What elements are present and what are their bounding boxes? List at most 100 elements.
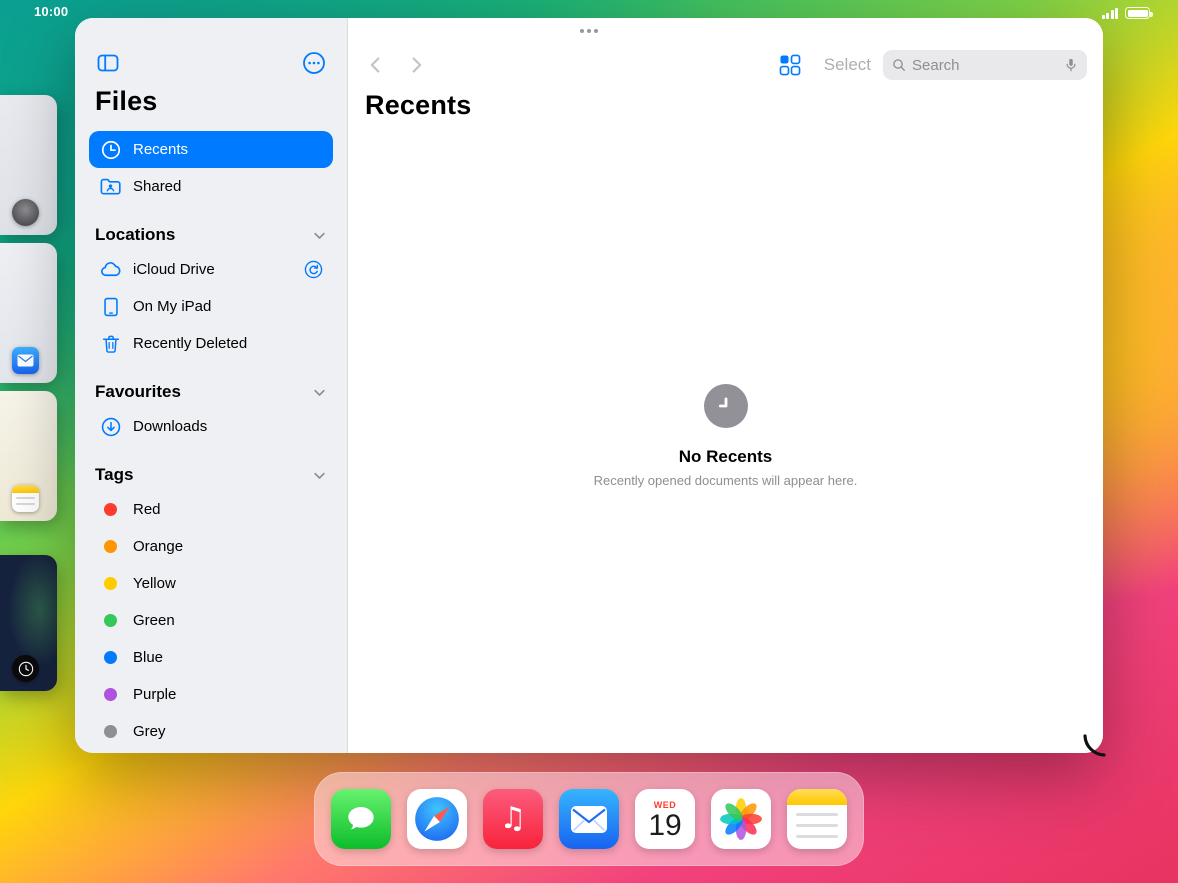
sidebar-item-recently-deleted[interactable]: Recently Deleted: [89, 325, 333, 362]
chevron-right-icon: [405, 54, 427, 76]
mail-envelope-icon: [570, 805, 608, 834]
calendar-weekday: WED: [654, 800, 677, 810]
cloud-icon: [98, 258, 123, 282]
files-sidebar: Files Recents Shared Locations iCloud Dr…: [75, 18, 348, 753]
ellipsis-circle-icon: [302, 51, 326, 75]
tag-color-dot: [104, 503, 117, 516]
more-options-button[interactable]: [301, 50, 327, 76]
view-options-button[interactable]: [777, 52, 803, 78]
empty-state-title: No Recents: [348, 447, 1103, 467]
window-resize-indicator[interactable]: [1082, 732, 1108, 758]
dock-app-safari[interactable]: [407, 789, 467, 849]
tag-label: Yellow: [133, 575, 176, 592]
recents-clock-icon: [704, 384, 748, 428]
photos-flower-icon: [718, 796, 764, 842]
shared-folder-icon: [98, 175, 123, 199]
tag-color-dot: [104, 614, 117, 627]
tag-label: Purple: [133, 686, 176, 703]
sidebar-tag-yellow[interactable]: Yellow: [89, 565, 333, 602]
status-bar: 10:00: [0, 0, 1178, 24]
sidebar-tag-red[interactable]: Red: [89, 491, 333, 528]
chevron-down-icon: [312, 468, 327, 483]
stage-app-thumbnail-1[interactable]: [0, 95, 57, 235]
empty-state-subtitle: Recently opened documents will appear he…: [348, 473, 1103, 488]
calendar-day: 19: [648, 810, 681, 842]
sidebar-item-downloads[interactable]: Downloads: [89, 408, 333, 445]
tag-label: Grey: [133, 723, 166, 740]
stage-app-thumbnail-3[interactable]: [0, 391, 57, 521]
tag-label: Orange: [133, 538, 183, 555]
tag-color-dot: [104, 651, 117, 664]
grid-view-icon: [777, 52, 803, 78]
ipad-icon: [98, 295, 123, 319]
sidebar-item-label: Recently Deleted: [133, 335, 247, 352]
music-note-icon: ♫: [500, 804, 527, 834]
section-header-tags[interactable]: Tags: [95, 465, 327, 485]
chevron-left-icon: [365, 54, 387, 76]
back-button[interactable]: [362, 51, 390, 79]
trash-icon: [98, 332, 123, 356]
tag-label: Green: [133, 612, 175, 629]
mail-app-badge-icon: [12, 347, 39, 374]
dock: ♫ WED 19: [314, 772, 864, 866]
sidebar-item-label: Recents: [133, 141, 188, 158]
sidebar-item-icloud-drive[interactable]: iCloud Drive: [89, 251, 333, 288]
sidebar-tag-orange[interactable]: Orange: [89, 528, 333, 565]
search-field[interactable]: [883, 50, 1087, 80]
files-content-pane: Select Recents No Recents Recently opene…: [348, 18, 1103, 753]
dock-app-mail[interactable]: [559, 789, 619, 849]
app-badge-icon: [12, 199, 39, 226]
stage-app-thumbnail-2[interactable]: [0, 243, 57, 383]
tag-color-dot: [104, 577, 117, 590]
search-input[interactable]: [912, 57, 1058, 74]
sidebar-item-on-my-ipad[interactable]: On My iPad: [89, 288, 333, 325]
sidebar-item-recents[interactable]: Recents: [89, 131, 333, 168]
section-header-favourites[interactable]: Favourites: [95, 382, 327, 402]
icloud-sync-status-icon[interactable]: [303, 259, 324, 280]
sidebar-item-label: Downloads: [133, 418, 207, 435]
sidebar-app-title: Files: [95, 86, 327, 117]
window-drag-handle[interactable]: [572, 25, 606, 37]
safari-compass-icon: [412, 794, 462, 844]
sidebar-item-label: Shared: [133, 178, 181, 195]
sidebar-item-shared[interactable]: Shared: [89, 168, 333, 205]
tag-label: Red: [133, 501, 161, 518]
dock-app-notes[interactable]: [787, 789, 847, 849]
files-app-window: Files Recents Shared Locations iCloud Dr…: [75, 18, 1103, 753]
sidebar-tag-grey[interactable]: Grey: [89, 713, 333, 750]
sidebar-tag-blue[interactable]: Blue: [89, 639, 333, 676]
download-circle-icon: [98, 415, 123, 439]
page-title: Recents: [365, 90, 471, 121]
dock-app-calendar[interactable]: WED 19: [635, 789, 695, 849]
notes-app-badge-icon: [12, 485, 39, 512]
dock-app-music[interactable]: ♫: [483, 789, 543, 849]
section-header-locations[interactable]: Locations: [95, 225, 327, 245]
forward-button[interactable]: [402, 51, 430, 79]
search-icon: [891, 57, 907, 73]
status-time: 10:00: [34, 4, 68, 19]
clock-app-badge-icon: [12, 655, 39, 682]
select-button[interactable]: Select: [824, 55, 871, 75]
tag-color-dot: [104, 688, 117, 701]
sidebar-tag-green[interactable]: Green: [89, 602, 333, 639]
microphone-icon[interactable]: [1063, 57, 1079, 73]
notes-header-strip: [787, 789, 847, 805]
chevron-down-icon: [312, 228, 327, 243]
stage-app-thumbnail-4[interactable]: [0, 555, 57, 691]
chevron-down-icon: [312, 385, 327, 400]
dock-app-photos[interactable]: [711, 789, 771, 849]
toggle-sidebar-button[interactable]: [95, 50, 121, 76]
tag-color-dot: [104, 725, 117, 738]
ipad-home-screen: { "status_bar": { "time": "10:00" }, "wi…: [0, 0, 1178, 883]
cellular-signal-icon: [1102, 8, 1119, 19]
sidebar-toggle-icon: [96, 51, 120, 75]
tag-label: Blue: [133, 649, 163, 666]
content-toolbar: Select: [348, 48, 1103, 82]
clock-icon: [98, 138, 123, 162]
sidebar-item-label: On My iPad: [133, 298, 211, 315]
dock-app-messages[interactable]: [331, 789, 391, 849]
tag-color-dot: [104, 540, 117, 553]
battery-icon: [1125, 7, 1150, 19]
sidebar-item-label: iCloud Drive: [133, 261, 215, 278]
sidebar-tag-purple[interactable]: Purple: [89, 676, 333, 713]
